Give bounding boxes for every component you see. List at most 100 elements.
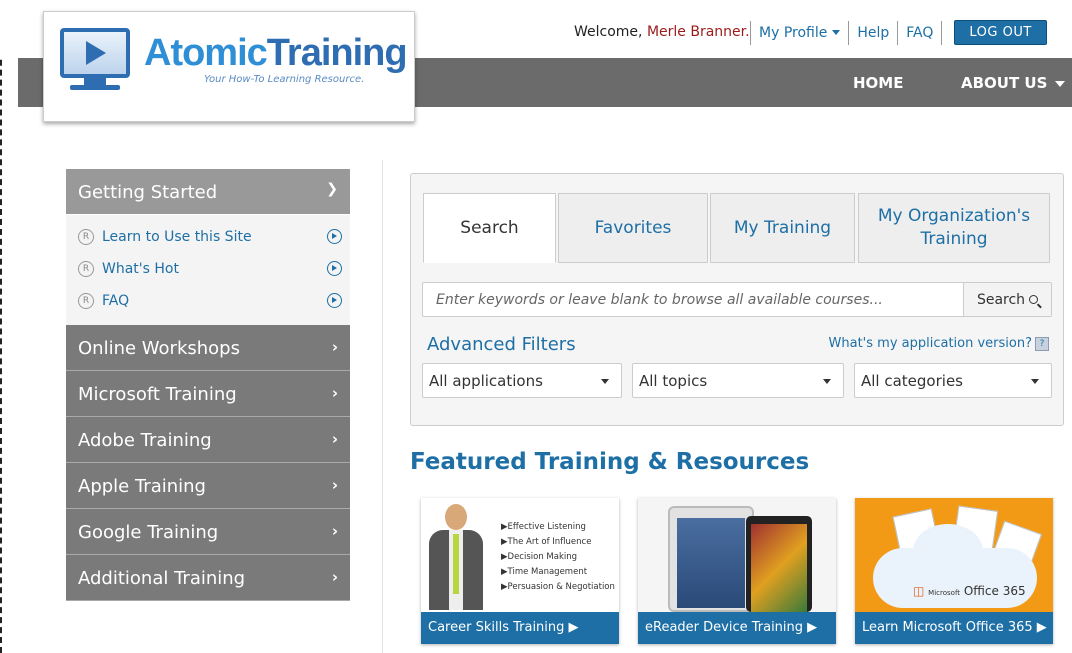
- sidebar-section-label: Adobe Training: [78, 430, 212, 451]
- play-circle-icon: [327, 229, 342, 244]
- businessman-tie: [453, 534, 459, 594]
- divider: [848, 20, 850, 45]
- help-icon: ?: [1035, 336, 1049, 351]
- sidebar-section-microsoft-training[interactable]: Microsoft Training ›: [66, 371, 350, 417]
- chevron-right-icon: ›: [331, 384, 338, 402]
- sidebar-item-label: FAQ: [102, 293, 130, 309]
- logo-text-atomic: Atomic: [144, 32, 268, 74]
- user-name: Merle Branner.: [646, 24, 750, 40]
- career-skill-item: ▶The Art of Influence: [501, 537, 592, 547]
- caret-down-icon: [823, 379, 831, 384]
- sidebar-section-label: Google Training: [78, 522, 219, 543]
- nav-about-label: ABOUT US: [961, 74, 1048, 92]
- sidebar-item-label: Learn to Use this Site: [102, 229, 252, 245]
- sidebar-section-getting-started[interactable]: Getting Started ❯: [66, 169, 350, 215]
- column-divider: [382, 160, 383, 653]
- welcome-message: Welcome, Merle Branner.: [574, 24, 750, 40]
- tablet-icon: [668, 506, 754, 612]
- sidebar-section-label: Additional Training: [78, 568, 246, 589]
- card-caption[interactable]: Career Skills Training ▶: [421, 612, 619, 644]
- app-version-link[interactable]: What's my application version??: [829, 336, 1049, 351]
- search-button[interactable]: Search: [963, 283, 1051, 316]
- sidebar: Getting Started ❯ R Learn to Use this Si…: [66, 169, 350, 601]
- career-skill-item: ▶Decision Making: [501, 552, 578, 562]
- sidebar-item-faq[interactable]: R FAQ: [66, 285, 350, 317]
- tablet-icon: [746, 516, 812, 612]
- search-button-label: Search: [976, 291, 1026, 308]
- sidebar-section-additional-training[interactable]: Additional Training ›: [66, 555, 350, 601]
- filter-value: All categories: [861, 372, 963, 390]
- nav-about-us[interactable]: ABOUT US: [961, 74, 1066, 92]
- sidebar-section-label: Apple Training: [78, 476, 206, 497]
- sidebar-section-google-training[interactable]: Google Training ›: [66, 509, 350, 555]
- tab-my-training[interactable]: My Training: [710, 193, 855, 263]
- office-365-logo: ◫ Microsoft Office 365: [913, 584, 1026, 598]
- filter-applications-select[interactable]: All applications: [422, 363, 622, 398]
- sidebar-item-learn-site[interactable]: R Learn to Use this Site: [66, 221, 350, 253]
- registered-icon: R: [78, 261, 94, 277]
- tab-favorites[interactable]: Favorites: [558, 193, 708, 263]
- my-profile-link[interactable]: My Profile: [759, 24, 841, 41]
- top-links: My Profile Help FAQ LOG OUT: [742, 20, 1047, 45]
- my-profile-label: My Profile: [759, 24, 828, 41]
- office-brand: Microsoft: [928, 589, 961, 597]
- card-caption[interactable]: Learn Microsoft Office 365 ▶: [855, 612, 1053, 644]
- tab-my-organization-training[interactable]: My Organization's Training: [858, 193, 1050, 263]
- divider: [941, 20, 943, 45]
- featured-card-office-365[interactable]: ◫ Microsoft Office 365 Learn Microsoft O…: [855, 498, 1053, 644]
- caret-down-icon: [1055, 80, 1066, 87]
- featured-heading: Featured Training & Resources: [410, 449, 810, 475]
- sidebar-section-label: Getting Started: [78, 182, 218, 203]
- chevron-right-icon: ›: [331, 338, 338, 356]
- sidebar-section-apple-training[interactable]: Apple Training ›: [66, 463, 350, 509]
- welcome-prefix: Welcome,: [574, 24, 643, 40]
- featured-card-career-skills[interactable]: ▶Effective Listening ▶The Art of Influen…: [421, 498, 619, 644]
- logo-text-training: Training: [266, 32, 408, 74]
- office-product-name: Office 365: [963, 584, 1026, 598]
- play-circle-icon: [327, 261, 342, 276]
- career-skills-image: ▶Effective Listening ▶The Art of Influen…: [421, 498, 619, 612]
- sidebar-item-whats-hot[interactable]: R What's Hot: [66, 253, 350, 285]
- caret-down-icon: [1031, 379, 1039, 384]
- faq-link[interactable]: FAQ: [906, 25, 933, 41]
- tab-search[interactable]: Search: [423, 193, 556, 263]
- chevron-right-icon: ›: [331, 522, 338, 540]
- sidebar-section-label: Online Workshops: [78, 338, 240, 359]
- career-skill-item: ▶Effective Listening: [501, 522, 586, 532]
- filter-topics-select[interactable]: All topics: [632, 363, 844, 398]
- app-version-label: What's my application version?: [828, 336, 1032, 351]
- sidebar-item-label: What's Hot: [102, 261, 179, 277]
- logo-tagline: Your How-To Learning Resource.: [204, 74, 365, 85]
- filter-categories-select[interactable]: All categories: [854, 363, 1052, 398]
- chevron-down-icon: ❯: [326, 181, 338, 197]
- card-caption[interactable]: eReader Device Training ▶: [638, 612, 836, 644]
- featured-card-ereader[interactable]: eReader Device Training ▶: [638, 498, 836, 644]
- nav-home[interactable]: HOME: [853, 74, 903, 92]
- chevron-right-icon: ›: [331, 568, 338, 586]
- search-panel: Search Favorites My Training My Organiza…: [410, 173, 1064, 426]
- help-link[interactable]: Help: [857, 25, 889, 41]
- monitor-stand: [84, 78, 106, 85]
- divider: [750, 20, 751, 45]
- sidebar-submenu: R Learn to Use this Site R What's Hot R …: [66, 215, 350, 325]
- logo[interactable]: AtomicTraining Your How-To Learning Reso…: [43, 11, 415, 122]
- search-bar: Search: [422, 282, 1052, 317]
- sidebar-section-online-workshops[interactable]: Online Workshops ›: [66, 325, 350, 371]
- search-icon: [1029, 295, 1039, 304]
- monitor-play-icon: [60, 28, 130, 78]
- chevron-right-icon: ›: [331, 476, 338, 494]
- office-365-image: ◫ Microsoft Office 365: [855, 498, 1053, 612]
- search-input[interactable]: [423, 283, 961, 316]
- career-skill-item: ▶Persuasion & Negotiation: [501, 582, 615, 592]
- career-skill-item: ▶Time Management: [501, 567, 588, 577]
- registered-icon: R: [78, 229, 94, 245]
- cloud-icon: [873, 524, 1037, 608]
- office-logo-icon: ◫: [913, 584, 925, 598]
- logo-text: AtomicTraining: [144, 32, 408, 75]
- sidebar-section-label: Microsoft Training: [78, 384, 237, 405]
- sidebar-section-adobe-training[interactable]: Adobe Training ›: [66, 417, 350, 463]
- logout-button[interactable]: LOG OUT: [954, 20, 1047, 45]
- businessman-head: [445, 504, 467, 530]
- monitor-base: [70, 85, 120, 90]
- filter-value: All applications: [429, 372, 543, 390]
